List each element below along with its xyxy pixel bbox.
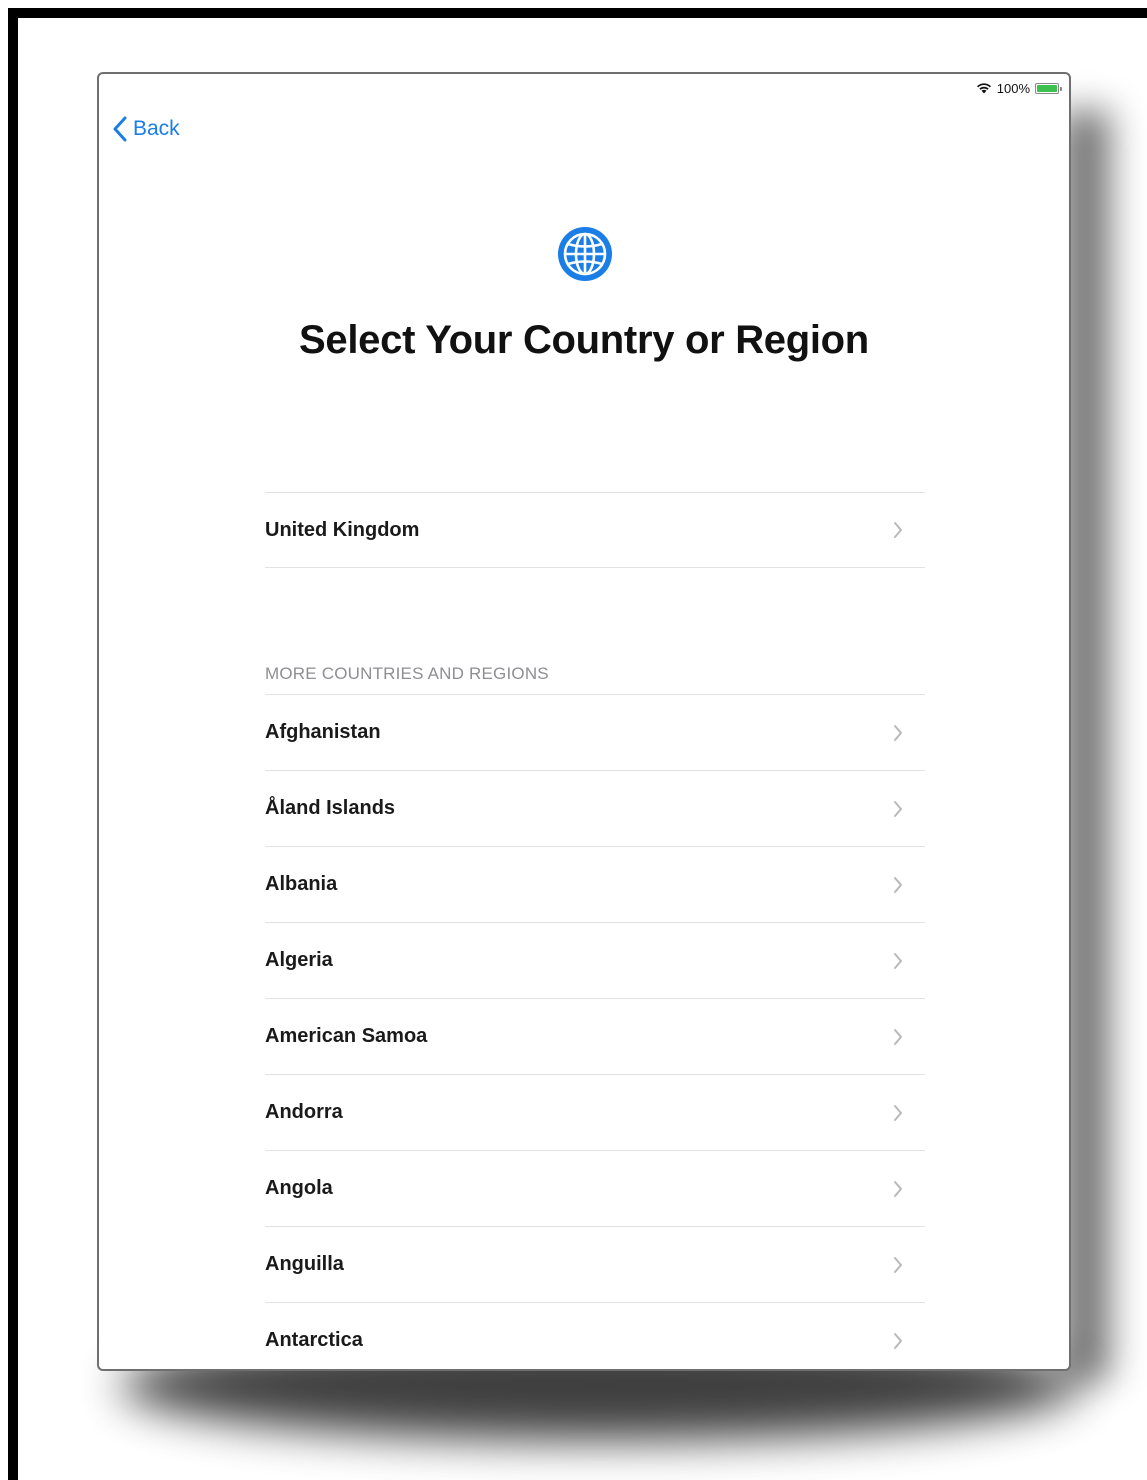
page-title: Select Your Country or Region — [299, 318, 869, 362]
chevron-right-icon — [894, 522, 902, 538]
chevron-right-icon — [894, 1104, 902, 1121]
battery-level — [1037, 84, 1057, 92]
chevron-left-icon — [113, 116, 127, 142]
chevron-right-icon — [894, 1332, 902, 1349]
chevron-right-icon — [894, 800, 902, 817]
list-item-label: Albania — [265, 873, 338, 895]
section-header: MORE COUNTRIES AND REGIONS — [265, 664, 549, 683]
list-item-label: Antarctica — [265, 1329, 363, 1351]
list-item[interactable]: United Kingdom — [265, 492, 925, 568]
list-item-label: Algeria — [265, 949, 333, 971]
list-item[interactable]: Albania — [265, 846, 925, 922]
list-item-label: Andorra — [265, 1101, 343, 1123]
chevron-right-icon — [894, 1028, 902, 1045]
status-bar: 100% — [976, 80, 1062, 96]
list-item[interactable]: Afghanistan — [265, 694, 925, 770]
chevron-right-icon — [894, 1256, 902, 1273]
list-item-label: Afghanistan — [265, 721, 381, 743]
chevron-right-icon — [894, 876, 902, 893]
chevron-right-icon — [894, 1180, 902, 1197]
list-item[interactable]: Angola — [265, 1150, 925, 1226]
list-item[interactable]: Algeria — [265, 922, 925, 998]
list-item-label: Åland Islands — [265, 797, 396, 819]
list-item-label: Angola — [265, 1177, 333, 1199]
back-button[interactable]: Back — [113, 116, 180, 142]
chevron-right-icon — [894, 952, 902, 969]
globe-icon — [558, 227, 612, 281]
list-item-label: American Samoa — [265, 1025, 428, 1047]
battery-percent: 100% — [996, 80, 1030, 96]
countries-list: Afghanistan Åland Islands Albania Algeri… — [265, 694, 925, 1369]
chevron-right-icon — [894, 724, 902, 741]
list-item[interactable]: Åland Islands — [265, 770, 925, 846]
ipad-screen: 100% Back Select Your Country or Region … — [97, 72, 1071, 1371]
wifi-icon — [976, 82, 992, 94]
list-item[interactable]: Anguilla — [265, 1226, 925, 1302]
battery-icon — [1035, 82, 1062, 94]
list-item[interactable]: Andorra — [265, 1074, 925, 1150]
suggested-list: United Kingdom — [265, 492, 925, 568]
list-item[interactable]: Antarctica — [265, 1302, 925, 1369]
list-item[interactable]: American Samoa — [265, 998, 925, 1074]
list-item-label: Anguilla — [265, 1253, 344, 1275]
back-label: Back — [133, 117, 180, 140]
list-item-label: United Kingdom — [265, 518, 420, 541]
battery-tip — [1060, 86, 1062, 91]
